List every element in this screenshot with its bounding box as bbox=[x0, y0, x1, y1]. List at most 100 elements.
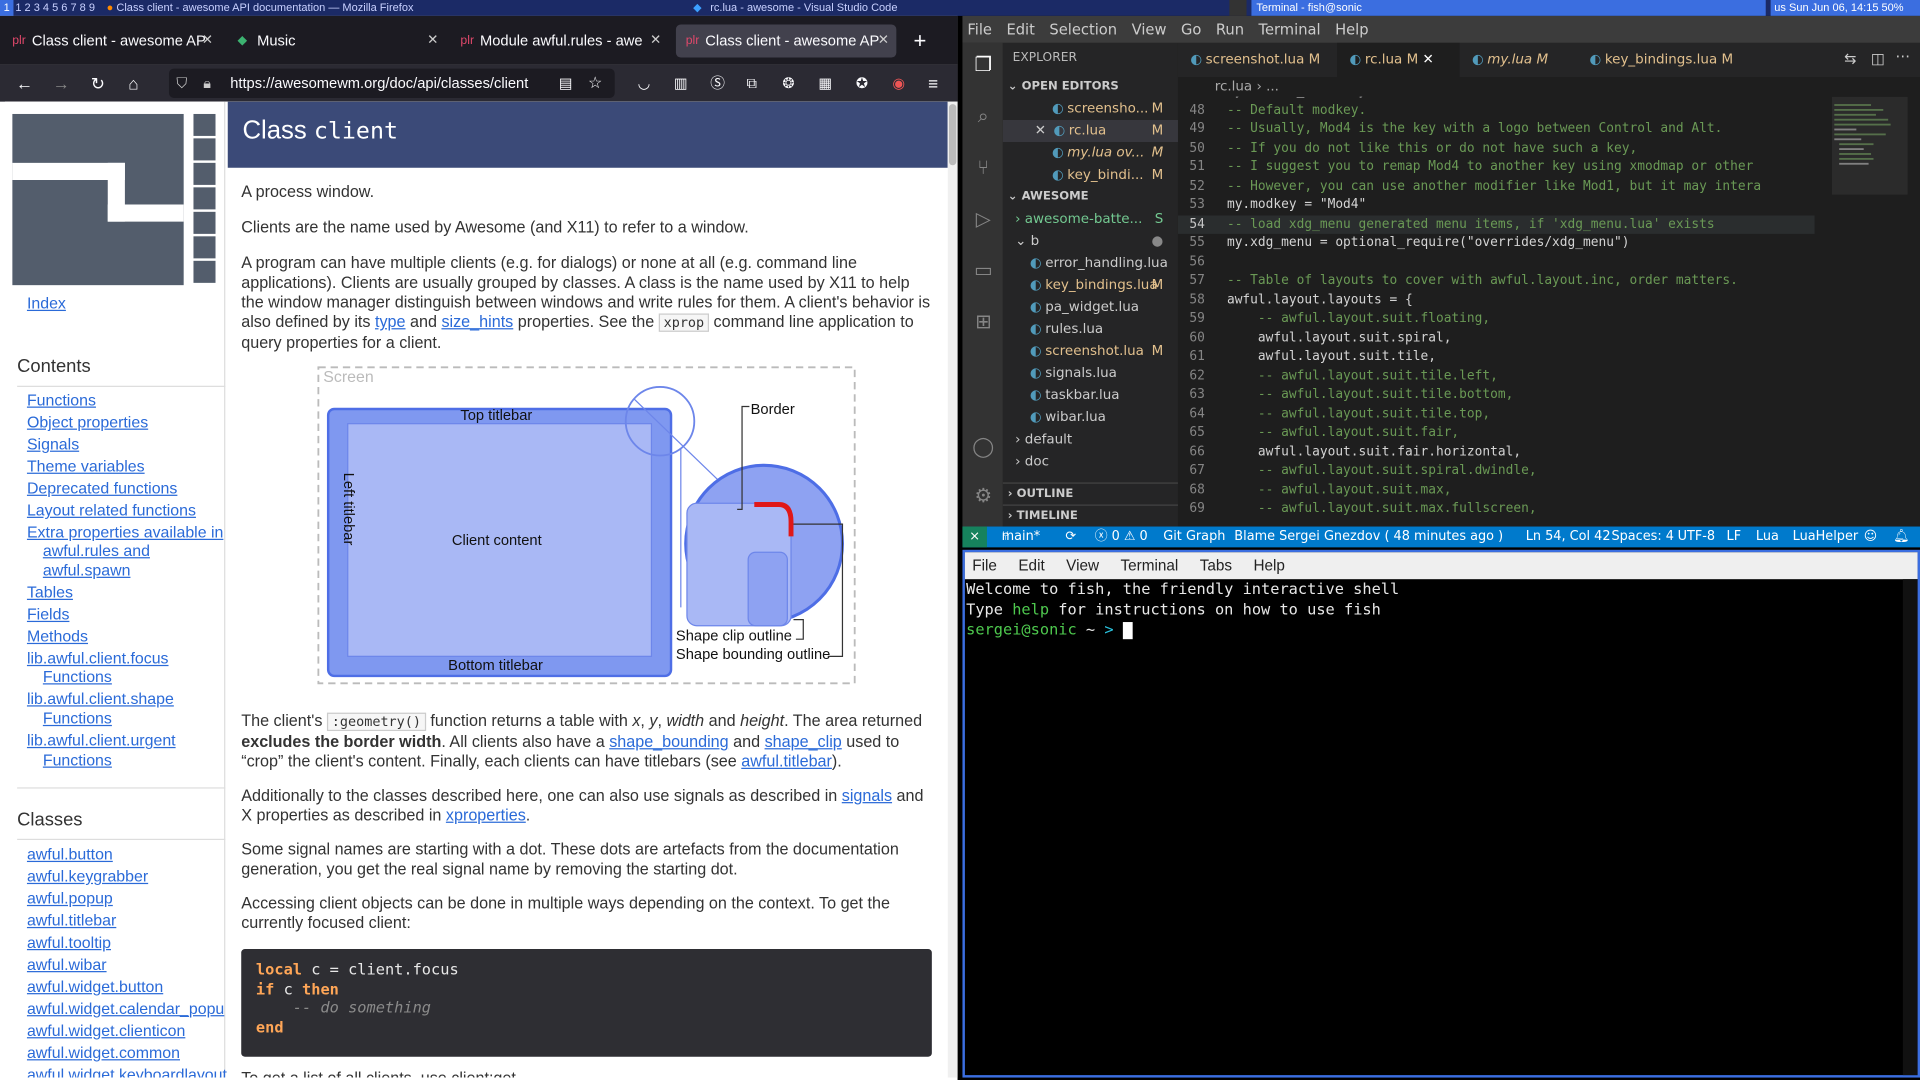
source-control-icon[interactable]: ⑂ bbox=[971, 156, 995, 180]
code-line[interactable]: 56 bbox=[1178, 253, 1815, 272]
open-editor-item-active[interactable]: ✕ ◐ rc.lua M bbox=[1002, 120, 1178, 143]
close-tab-icon[interactable]: ✕ bbox=[202, 24, 213, 57]
contents-link-methods[interactable]: Methods bbox=[27, 627, 88, 645]
contents-link-theme-variables[interactable]: Theme variables bbox=[27, 457, 145, 475]
sync-icon[interactable]: ⟳ bbox=[1065, 527, 1076, 548]
terminal-menu-terminal[interactable]: Terminal bbox=[1120, 557, 1178, 574]
ublock-icon[interactable]: ◉ bbox=[887, 71, 911, 95]
contents-link-shape-functions[interactable]: Functions bbox=[43, 709, 112, 727]
contents-link-layout[interactable]: Layout related functions bbox=[27, 501, 196, 519]
status-problems[interactable]: ⓧ 0 ⚠ 0 bbox=[1095, 527, 1148, 548]
pocket-icon[interactable]: ◡ bbox=[632, 71, 656, 95]
class-link[interactable]: awful.tooltip bbox=[27, 933, 111, 951]
editor-tab[interactable]: ◐ key_bindings.lua M bbox=[1577, 43, 1748, 77]
tree-file[interactable]: ◐ error_handling.lua bbox=[1003, 252, 1178, 274]
terminal-menu-view[interactable]: View bbox=[1066, 557, 1099, 574]
open-editors-section[interactable]: ⌄ OPEN EDITORS bbox=[1003, 76, 1178, 98]
page-scrollbar[interactable] bbox=[947, 101, 958, 1078]
code-line[interactable]: 53 my.modkey = "Mod4" bbox=[1178, 196, 1815, 215]
sidebar-index-link[interactable]: Index bbox=[27, 294, 66, 312]
class-link[interactable]: awful.wibar bbox=[27, 955, 107, 973]
status-indent[interactable]: Spaces: 4 bbox=[1611, 527, 1673, 548]
status-blame[interactable]: Blame Sergei Gnezdov ( 48 minutes ago ) bbox=[1234, 527, 1503, 548]
tree-file[interactable]: ◐ signals.lua bbox=[1003, 362, 1178, 384]
minimap[interactable] bbox=[1831, 96, 1908, 527]
wm-title-firefox[interactable]: Class client - awesome API documentation… bbox=[116, 1, 413, 13]
code-line[interactable]: 65 -- awful.layout.suit.fair, bbox=[1178, 424, 1815, 443]
status-eol[interactable]: LF bbox=[1727, 527, 1742, 548]
menu-edit[interactable]: Edit bbox=[1006, 21, 1034, 38]
sidebar-icon[interactable]: ▥ bbox=[669, 71, 693, 95]
code-line[interactable]: 51 -- I suggest you to remap Mod4 to anot… bbox=[1178, 158, 1815, 177]
tree-folder[interactable]: › default bbox=[1003, 429, 1178, 451]
contents-link-object-properties[interactable]: Object properties bbox=[27, 413, 148, 431]
menu-icon[interactable]: ≡ bbox=[921, 71, 945, 95]
code-line[interactable]: 68 -- awful.layout.suit.max, bbox=[1178, 481, 1815, 500]
contents-link-shape[interactable]: lib.awful.client.shape bbox=[27, 689, 174, 707]
class-link[interactable]: awful.keygrabber bbox=[27, 867, 148, 885]
contents-link-extra-properties-2[interactable]: awful.rules and bbox=[43, 541, 150, 559]
terminal-prompt[interactable]: sergei@sonic ~ > bbox=[966, 620, 1917, 640]
status-git-graph[interactable]: Git Graph bbox=[1163, 527, 1225, 548]
editor-tab[interactable]: ◐ screenshot.lua M bbox=[1178, 43, 1337, 77]
status-encoding[interactable]: UTF-8 bbox=[1678, 527, 1715, 548]
code-editor[interactable]: 47my.editor_cmd = my.terminal .. " -e " … bbox=[1177, 97, 1815, 527]
code-line[interactable]: 52 -- However, you can use another modifi… bbox=[1178, 177, 1815, 196]
class-link[interactable]: awful.titlebar bbox=[27, 911, 116, 929]
terminal-output[interactable]: Welcome to fish, the friendly interactiv… bbox=[965, 579, 1918, 1075]
close-tab-icon[interactable]: ✕ bbox=[650, 24, 661, 57]
code-line[interactable]: 58 awful.layout.layouts = { bbox=[1178, 291, 1815, 310]
home-icon[interactable]: ⌂ bbox=[121, 71, 145, 95]
editor-tab-active[interactable]: ◐ rc.lua M ✕ bbox=[1337, 42, 1460, 78]
tree-file[interactable]: ◐ pa_widget.lua bbox=[1003, 296, 1178, 318]
more-actions-icon[interactable]: ⋯ bbox=[1896, 48, 1911, 65]
code-line[interactable]: 63 -- awful.layout.suit.tile.bottom, bbox=[1178, 386, 1815, 405]
reader-view-icon[interactable]: ▤ bbox=[553, 71, 577, 95]
remote-icon[interactable]: ⨯ bbox=[962, 526, 987, 548]
tree-file[interactable]: ◐ taskbar.lua bbox=[1003, 384, 1178, 406]
menu-run[interactable]: Run bbox=[1216, 21, 1244, 38]
split-editor-icon[interactable]: ◫ bbox=[1871, 50, 1885, 67]
contents-link-urgent-functions[interactable]: Functions bbox=[43, 751, 112, 769]
extension-star-icon[interactable]: ✪ bbox=[850, 71, 874, 95]
menu-selection[interactable]: Selection bbox=[1049, 21, 1117, 38]
code-line[interactable]: 59 -- awful.layout.suit.floating, bbox=[1178, 310, 1815, 329]
forward-icon[interactable]: → bbox=[49, 71, 73, 95]
shape-clip-link[interactable]: shape_clip bbox=[765, 732, 842, 750]
shape-bounding-link[interactable]: shape_bounding bbox=[609, 732, 728, 750]
wm-title-vscode[interactable]: rc.lua - awesome - Visual Studio Code bbox=[710, 0, 897, 16]
code-line[interactable]: 49 -- Usually, Mod4 is the key with a log… bbox=[1178, 120, 1815, 139]
browser-tab-1[interactable]: plr Class client - awesome AP ✕ bbox=[2, 24, 220, 57]
code-line[interactable]: 50 -- If you do not like this or do not h… bbox=[1178, 139, 1815, 158]
tree-file[interactable]: ◐ wibar.lua bbox=[1003, 407, 1178, 429]
outline-section[interactable]: › OUTLINE bbox=[1002, 482, 1178, 504]
timeline-section[interactable]: › TIMELINE bbox=[1002, 504, 1178, 526]
screenshot-icon[interactable]: ⧉ bbox=[740, 71, 764, 95]
browser-tab-2[interactable]: ◆ Music ✕ bbox=[228, 24, 446, 57]
code-line[interactable]: 69 -- awful.layout.suit.max.fullscreen, bbox=[1178, 500, 1815, 519]
code-line[interactable]: 66 awful.layout.suit.fair.horizontal, bbox=[1178, 443, 1815, 462]
editor-tab[interactable]: ◐ my.lua M bbox=[1460, 43, 1578, 77]
class-link[interactable]: awful.widget.calendar_popu bbox=[27, 999, 224, 1017]
size-hints-link[interactable]: size_hints bbox=[441, 312, 513, 330]
menu-go[interactable]: Go bbox=[1181, 21, 1201, 38]
new-tab-button[interactable]: + bbox=[904, 24, 941, 57]
status-language[interactable]: Lua bbox=[1756, 527, 1779, 548]
breadcrumb[interactable]: rc.lua › ... bbox=[1178, 77, 1815, 97]
terminal-menu-edit[interactable]: Edit bbox=[1018, 557, 1044, 574]
open-editor-item[interactable]: ◐ screensho... M bbox=[1003, 98, 1178, 120]
settings-gear-icon[interactable]: ⚙ bbox=[971, 484, 995, 508]
extension-s-icon[interactable]: Ⓢ bbox=[705, 71, 729, 95]
browser-tab-3[interactable]: plr Module awful.rules - awe ✕ bbox=[451, 24, 669, 57]
tree-file[interactable]: ◐ screenshot.lua M bbox=[1003, 340, 1178, 362]
contents-link-focus-functions[interactable]: Functions bbox=[43, 667, 112, 685]
close-icon[interactable]: ✕ bbox=[1423, 51, 1434, 67]
awesome-logo[interactable] bbox=[12, 113, 218, 286]
scrollbar-thumb[interactable] bbox=[948, 104, 957, 166]
class-link[interactable]: awful.widget.common bbox=[27, 1043, 180, 1061]
close-tab-icon[interactable]: ✕ bbox=[878, 24, 889, 57]
tree-folder[interactable]: › awesome-batte... S bbox=[1003, 208, 1178, 230]
class-link[interactable]: awful.button bbox=[27, 845, 113, 863]
open-editor-item[interactable]: ◐ key_bindi... M bbox=[1003, 164, 1178, 186]
class-link[interactable]: awful.widget.keyboardlayout bbox=[27, 1065, 227, 1077]
